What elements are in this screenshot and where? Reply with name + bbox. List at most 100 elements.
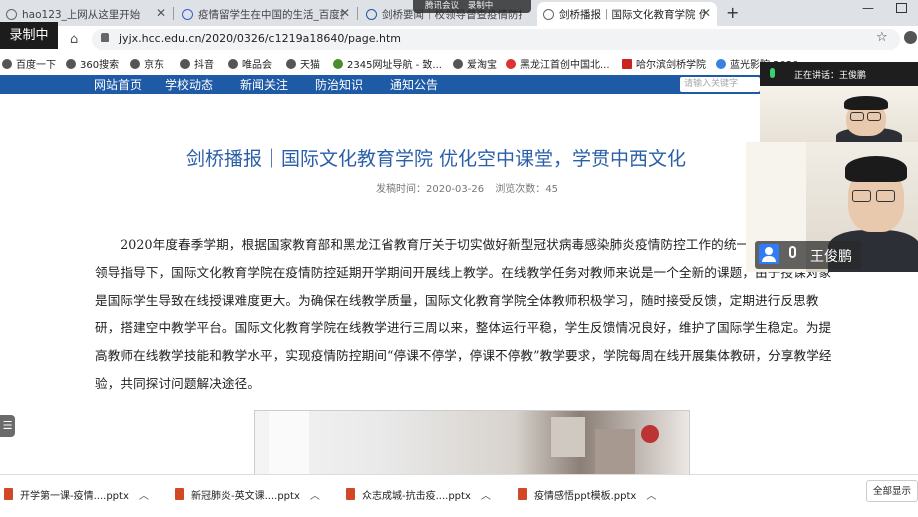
tab-divider [173,7,174,20]
new-tab-button[interactable]: + [726,3,739,22]
bookmark-label: 天猫 [300,60,320,71]
browser-tab[interactable]: 疫情留学生在中国的生活_百度搜 ✕ [176,2,356,26]
bookmark-icon [333,58,343,69]
globe-icon [6,8,17,20]
pptx-file-icon [346,488,355,500]
lock-icon [101,33,109,42]
bookmark-icon [130,58,140,69]
tab-title: hao123_上网从这里开始 [22,8,141,21]
bookmark-icon [180,58,190,69]
chevron-up-icon[interactable]: ︿ [310,487,320,502]
bookmark-item[interactable]: 唯品会 [228,56,272,71]
bookmark-label: 2345网址导航 - 致... [347,60,442,71]
pptx-file-icon [518,488,527,500]
school-logo-icon [366,8,377,20]
nav-home[interactable]: 网站首页 [94,76,142,93]
nav-school-news[interactable]: 学校动态 [165,76,213,93]
home-icon[interactable]: ⌂ [70,32,78,47]
microphone-icon [789,246,796,258]
url-text: jyjx.hcc.edu.cn/2020/0326/c1219a18640/pa… [119,32,401,45]
publish-label: 发稿时间： [376,184,426,195]
download-filename: 众志成城-抗击疫....pptx [362,490,471,502]
chevron-up-icon[interactable]: ︿ [139,487,149,502]
download-item[interactable]: 开学第一课-疫情....pptx ︿ [4,485,149,503]
video-glasses [867,112,881,121]
bookmark-icon [716,58,726,69]
show-all-downloads-button[interactable]: 全部显示 [866,480,918,502]
bookmark-icon [228,58,238,69]
close-icon[interactable]: ✕ [701,6,711,20]
bookmark-label: 百度一下 [16,60,56,71]
bookmark-icon [506,58,516,69]
download-item[interactable]: 疫情感悟ppt模板.pptx ︿ [518,485,656,503]
pptx-file-icon [4,488,13,500]
article-title: 剑桥播报｜国际文化教育学院 优化空中课堂，学贯中西文化 [186,148,687,170]
bookmark-item[interactable]: 抖音 [180,56,214,71]
video-person-hair [845,156,907,182]
publish-date: 2020-03-26 [426,184,485,195]
bookmark-item[interactable]: 爱淘宝 [453,56,497,71]
bookmark-icon [66,58,76,69]
pptx-file-icon [175,488,184,500]
photo-decoration [641,425,659,443]
user-avatar-icon [759,244,779,264]
video-tile-small[interactable] [760,86,918,142]
nav-prevention[interactable]: 防治知识 [315,76,363,93]
views-label: 浏览次数： [495,184,546,195]
mic-icon [770,68,775,78]
meeting-status-bar[interactable]: 腾讯会议 录制中 [413,0,531,13]
bookmark-item[interactable]: 天猫 [286,56,320,71]
recording-label: 录制中 [467,1,494,11]
photo-panel [551,417,585,457]
nav-notices[interactable]: 通知公告 [390,76,438,93]
video-person-hair [844,96,888,110]
bookmark-item[interactable]: 2345网址导航 - 致... [333,56,442,71]
bookmark-icon [622,58,632,69]
minimize-icon[interactable]: — [862,1,874,15]
bookmark-item[interactable]: 黑龙江首创中国北... [506,56,610,71]
bookmark-icon [2,58,12,69]
globe-icon [543,8,554,20]
bookmark-label: 抖音 [194,60,214,71]
chevron-up-icon[interactable]: ︿ [481,487,491,502]
bookmark-label: 黑龙江首创中国北... [520,60,610,71]
bookmark-item[interactable]: 京东 [130,56,164,71]
bookmark-label: 360搜索 [80,60,120,71]
bookmark-label: 京东 [144,60,164,71]
bookmark-icon [453,58,463,69]
meeting-label: 腾讯会议 [425,1,460,11]
chevron-up-icon[interactable]: ︿ [646,487,656,502]
browser-tab-active[interactable]: 剑桥播报｜国际文化教育学院 优化 ✕ [537,2,717,26]
close-icon[interactable]: ✕ [156,6,166,20]
restore-icon[interactable] [896,3,907,13]
photo-window [269,411,309,475]
views-count: 45 [545,184,559,195]
article-paragraph: 2020年度春季学期，根据国家教育部和黑龙江省教育厅关于切实做好新型冠状病毒感染… [95,237,832,391]
tab-title: 疫情留学生在中国的生活_百度搜 [198,8,344,21]
tab-divider [357,7,358,20]
bookmark-item[interactable]: 360搜索 [66,56,119,71]
baidu-paw-icon [182,8,193,20]
bookmark-label: 哈尔滨剑桥学院 [636,60,706,71]
download-item[interactable]: 新冠肺炎-英文课....pptx ︿ [175,485,320,503]
article-meta: 发稿时间：2020-03-26 浏览次数：45 [376,180,566,195]
nav-news-focus[interactable]: 新闻关注 [240,76,288,93]
recording-badge: 录制中 [0,22,58,49]
close-icon[interactable]: ✕ [340,6,350,20]
profile-avatar-icon[interactable] [904,31,917,44]
download-filename: 开学第一课-疫情....pptx [20,490,129,502]
photo-person [595,429,635,475]
article-photo [254,410,690,476]
bookmark-star-icon[interactable]: ☆ [876,30,888,45]
bookmark-item[interactable]: 百度一下 [2,56,56,71]
video-glasses [876,190,895,202]
side-menu-button[interactable]: ☰ [0,415,15,437]
speaking-indicator: 正在讲话：王俊鹏 [794,71,867,81]
bookmark-item[interactable]: 哈尔滨剑桥学院 [622,56,706,71]
site-search-input[interactable]: 请输入关键字 [680,77,760,92]
download-item[interactable]: 众志成城-抗击疫....pptx ︿ [346,485,491,503]
url-field[interactable]: jyjx.hcc.edu.cn/2020/0326/c1219a18640/pa… [92,29,900,50]
download-filename: 新冠肺炎-英文课....pptx [191,490,300,502]
tab-title: 剑桥播报｜国际文化教育学院 优化 [559,8,705,21]
bookmark-icon [286,58,296,69]
